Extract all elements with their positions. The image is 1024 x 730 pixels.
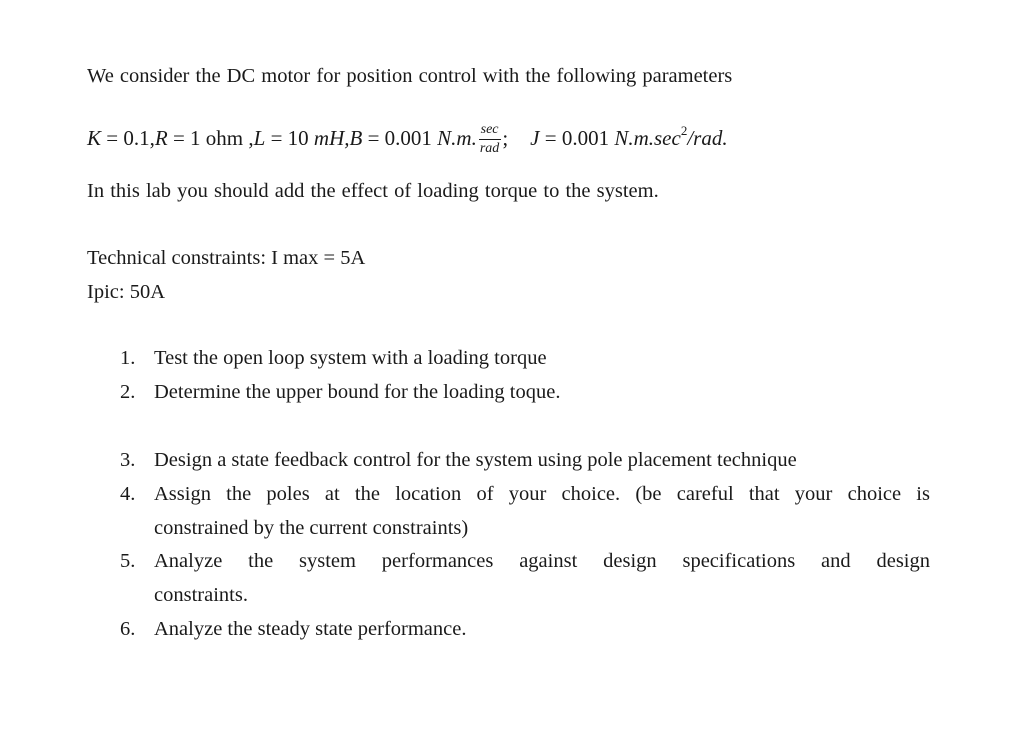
val-k: = 0.1, (106, 126, 155, 150)
var-b: B (349, 126, 363, 150)
var-r: R (154, 126, 168, 150)
var-k: K (87, 126, 102, 150)
task-number: 1. (120, 347, 136, 369)
fraction-denominator: rad (479, 141, 500, 156)
task-text: Analyze the system performances against … (154, 550, 930, 572)
unit-j-superscript: 2 (680, 123, 688, 138)
task-text: Design a state feedback control for the … (154, 449, 797, 471)
task-text: Assign the poles at the location of your… (154, 483, 930, 505)
var-j: J (530, 126, 540, 150)
fraction-sec-per-rad: sec rad (478, 123, 501, 156)
val-r: = 1 ohm , (172, 126, 254, 150)
task-number: 2. (120, 381, 136, 403)
task-number: 4. (120, 483, 136, 505)
parameter-equation: K = 0.1, R = 1 ohm , L = 10 mH, B = 0.00… (87, 122, 728, 156)
task-continuation: constraints. (154, 584, 248, 606)
task-number: 6. (120, 618, 136, 640)
task-text: Analyze the steady state performance. (154, 618, 467, 640)
ipic-constraint: Ipic: 50A (87, 281, 165, 303)
intro-paragraph: We consider the DC motor for position co… (87, 65, 733, 87)
task-number: 3. (120, 449, 136, 471)
task-text: Test the open loop system with a loading… (154, 347, 547, 369)
unit-l: mH, (313, 126, 350, 150)
val-b: = 0.001 (367, 126, 432, 150)
technical-constraints: Technical constraints: I max = 5A (87, 247, 366, 269)
task-text: Determine the upper bound for the loadin… (154, 381, 561, 403)
unit-b: N.m. (437, 126, 477, 150)
unit-j-pre: N.m.sec (614, 126, 681, 150)
val-l: = 10 (270, 126, 309, 150)
lab-statement: In this lab you should add the effect of… (87, 180, 659, 202)
separator: ; (502, 126, 509, 150)
var-l: L (253, 126, 266, 150)
task-continuation: constrained by the current constraints) (154, 517, 469, 539)
task-number: 5. (120, 550, 136, 572)
document-page: We consider the DC motor for position co… (0, 0, 1024, 730)
fraction-numerator: sec (478, 123, 501, 140)
unit-j-post: /rad. (687, 126, 728, 150)
val-j: = 0.001 (544, 126, 610, 150)
